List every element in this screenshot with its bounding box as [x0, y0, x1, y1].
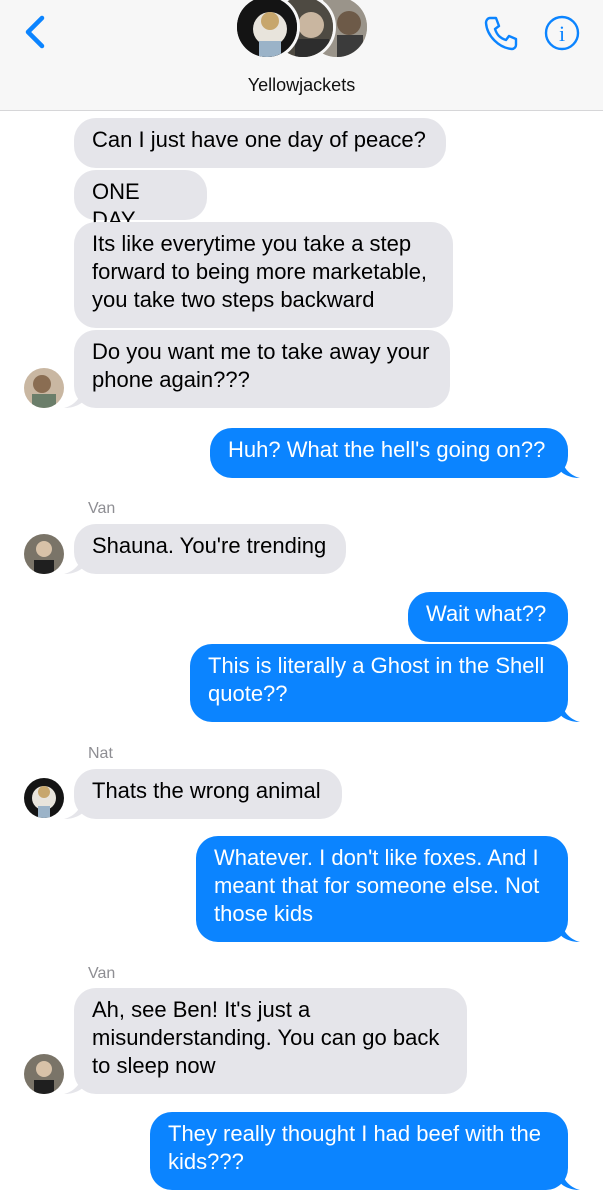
bubble-tail — [64, 801, 84, 819]
conversation-title[interactable]: Yellowjackets — [0, 75, 603, 96]
group-avatars[interactable] — [234, 0, 374, 66]
sender-avatar[interactable] — [24, 778, 64, 818]
incoming-message[interactable]: ONE DAY — [74, 170, 207, 232]
sender-name: Nat — [88, 745, 113, 762]
bubble-tail — [64, 390, 84, 408]
incoming-message[interactable]: Its like everytime you take a step forwa… — [74, 222, 453, 328]
bubble-tail — [560, 704, 580, 722]
incoming-message[interactable]: Shauna. You're trending — [74, 524, 346, 574]
outgoing-message[interactable]: Wait what?? — [408, 592, 568, 642]
sender-avatar[interactable] — [24, 1054, 64, 1094]
phone-icon — [484, 16, 518, 51]
outgoing-message[interactable]: They really thought I had beef with the … — [150, 1112, 568, 1190]
incoming-message[interactable]: Do you want me to take away your phone a… — [74, 330, 450, 408]
sender-name: Van — [88, 500, 116, 517]
sender-avatar[interactable] — [24, 534, 64, 574]
bubble-tail — [560, 460, 580, 478]
outgoing-message[interactable]: This is literally a Ghost in the Shell q… — [190, 644, 568, 722]
conversation-header: Yellowjackets i — [0, 0, 603, 111]
incoming-message[interactable]: Can I just have one day of peace? — [74, 118, 446, 168]
sender-avatar[interactable] — [24, 368, 64, 408]
bubble-tail — [560, 924, 580, 942]
svg-text:i: i — [559, 21, 565, 46]
chevron-left-icon — [25, 15, 45, 49]
outgoing-message[interactable]: Whatever. I don't like foxes. And I mean… — [196, 836, 568, 942]
incoming-message[interactable]: Thats the wrong animal — [74, 769, 342, 819]
info-button[interactable]: i — [543, 14, 581, 52]
sender-name: Van — [88, 965, 116, 982]
info-icon: i — [544, 15, 580, 51]
incoming-message[interactable]: Ah, see Ben! It's just a misunderstandin… — [74, 988, 467, 1094]
back-button[interactable] — [20, 12, 54, 52]
bubble-tail — [64, 1076, 84, 1094]
bubble-tail — [64, 556, 84, 574]
bubble-tail — [560, 1172, 580, 1190]
call-button[interactable] — [482, 14, 520, 52]
outgoing-message[interactable]: Huh? What the hell's going on?? — [210, 428, 568, 478]
